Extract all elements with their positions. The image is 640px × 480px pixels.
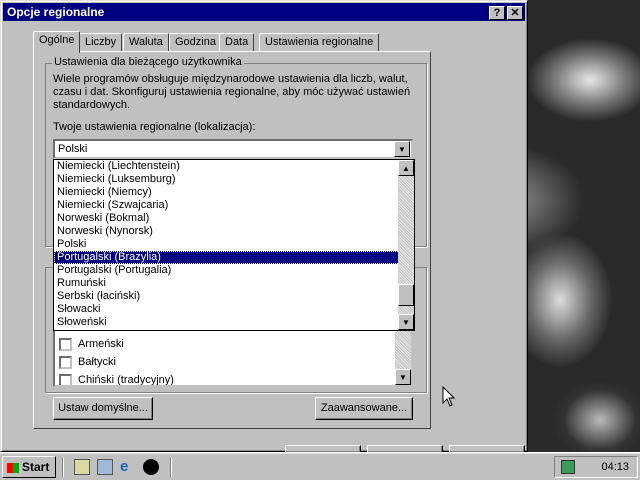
locale-label: Twoje ustawienia regionalne (lokalizacja… <box>53 121 256 133</box>
taskbar-divider <box>62 457 64 477</box>
clock[interactable]: 04:13 <box>601 461 629 473</box>
dropdown-item[interactable]: Słowacki <box>54 303 414 316</box>
taskbar: Start e 04:13 <box>0 452 640 480</box>
start-button[interactable]: Start <box>2 456 56 478</box>
show-desktop-icon[interactable] <box>74 459 90 475</box>
scroll-down-arrow-icon[interactable]: ▼ <box>398 314 414 330</box>
start-label: Start <box>22 460 50 474</box>
taskbar-divider <box>170 457 172 477</box>
scroll-thumb[interactable] <box>398 284 414 306</box>
network-icon[interactable] <box>561 460 575 474</box>
list-item[interactable]: Armeński <box>55 335 411 353</box>
language-checkbox[interactable] <box>59 355 72 369</box>
language-list-scrollbar[interactable]: ▼ <box>395 329 411 385</box>
tab-data[interactable]: Data <box>219 33 255 52</box>
mouse-cursor-icon <box>442 386 456 407</box>
list-item[interactable]: Chiński (tradycyjny) <box>55 371 411 385</box>
dropdown-item[interactable]: Niemiecki (Szwajcaria) <box>54 199 414 212</box>
language-checkbox[interactable] <box>59 337 72 351</box>
browse-icon[interactable] <box>97 459 113 475</box>
tab-waluta[interactable]: Waluta <box>123 33 169 52</box>
internet-explorer-icon[interactable]: e <box>120 459 136 475</box>
dropdown-scrollbar[interactable]: ▲ ▼ <box>398 160 414 330</box>
language-settings-list[interactable]: Armeński Bałtycki Chiński (tradycyjny) ▼ <box>53 327 413 387</box>
combo-dropdown-arrow-icon[interactable]: ▼ <box>394 141 410 157</box>
list-item[interactable]: Bałtycki <box>55 353 411 371</box>
dropdown-item[interactable]: Słoweński <box>54 316 414 329</box>
dropdown-item[interactable]: Portugalski (Brazylia) <box>54 251 414 264</box>
dropdown-item[interactable]: Niemiecki (Liechtenstein) <box>54 160 414 173</box>
scroll-down-arrow-icon[interactable]: ▼ <box>395 369 411 385</box>
regional-options-dialog: Opcje regionalne ? ✕ Ogólne Liczby Walut… <box>0 0 528 453</box>
tab-godzina[interactable]: Godzina <box>169 33 222 52</box>
dropdown-items: Niemiecki (Liechtenstein) Niemiecki (Luks… <box>54 160 414 329</box>
system-tray: 04:13 <box>554 456 638 478</box>
windows-logo-icon <box>7 462 19 473</box>
tab-ustawienia-regionalne[interactable]: Ustawienia regionalne <box>259 33 380 52</box>
dropdown-item[interactable]: Niemiecki (Niemcy) <box>54 186 414 199</box>
scroll-up-arrow-icon[interactable]: ▲ <box>398 160 414 176</box>
dropdown-item[interactable]: Portugalski (Portugalia) <box>54 264 414 277</box>
locale-dropdown-list[interactable]: Niemiecki (Liechtenstein) Niemiecki (Luks… <box>53 159 415 331</box>
locale-combobox[interactable]: Polski ▼ <box>53 139 413 159</box>
tab-ogolne[interactable]: Ogólne <box>33 31 81 53</box>
dialog-title: Opcje regionalne <box>7 5 105 19</box>
help-button[interactable]: ? <box>489 6 505 20</box>
dropdown-item[interactable]: Polski <box>54 238 414 251</box>
locale-value: Polski <box>58 143 88 155</box>
dropdown-item[interactable]: Serbski (łaciński) <box>54 290 414 303</box>
language-checkbox[interactable] <box>59 373 72 385</box>
tab-liczby[interactable]: Liczby <box>79 33 123 52</box>
dropdown-item[interactable]: Niemiecki (Luksemburg) <box>54 173 414 186</box>
advanced-button[interactable]: Zaawansowane... <box>315 397 413 420</box>
settings-description: Wiele programów obsługuje międzynarodowe… <box>53 73 411 111</box>
dialog-titlebar[interactable]: Opcje regionalne ? ✕ <box>3 3 525 21</box>
dropdown-item[interactable]: Rumuński <box>54 277 414 290</box>
close-button[interactable]: ✕ <box>507 6 523 20</box>
dropdown-item[interactable]: Norweski (Bokmal) <box>54 212 414 225</box>
user-settings-legend: Ustawienia dla bieżącego użytkownika <box>52 56 244 68</box>
dropdown-item[interactable]: Norweski (Nynorsk) <box>54 225 414 238</box>
media-player-icon[interactable] <box>143 459 159 475</box>
set-default-button[interactable]: Ustaw domyślne... <box>53 397 153 420</box>
